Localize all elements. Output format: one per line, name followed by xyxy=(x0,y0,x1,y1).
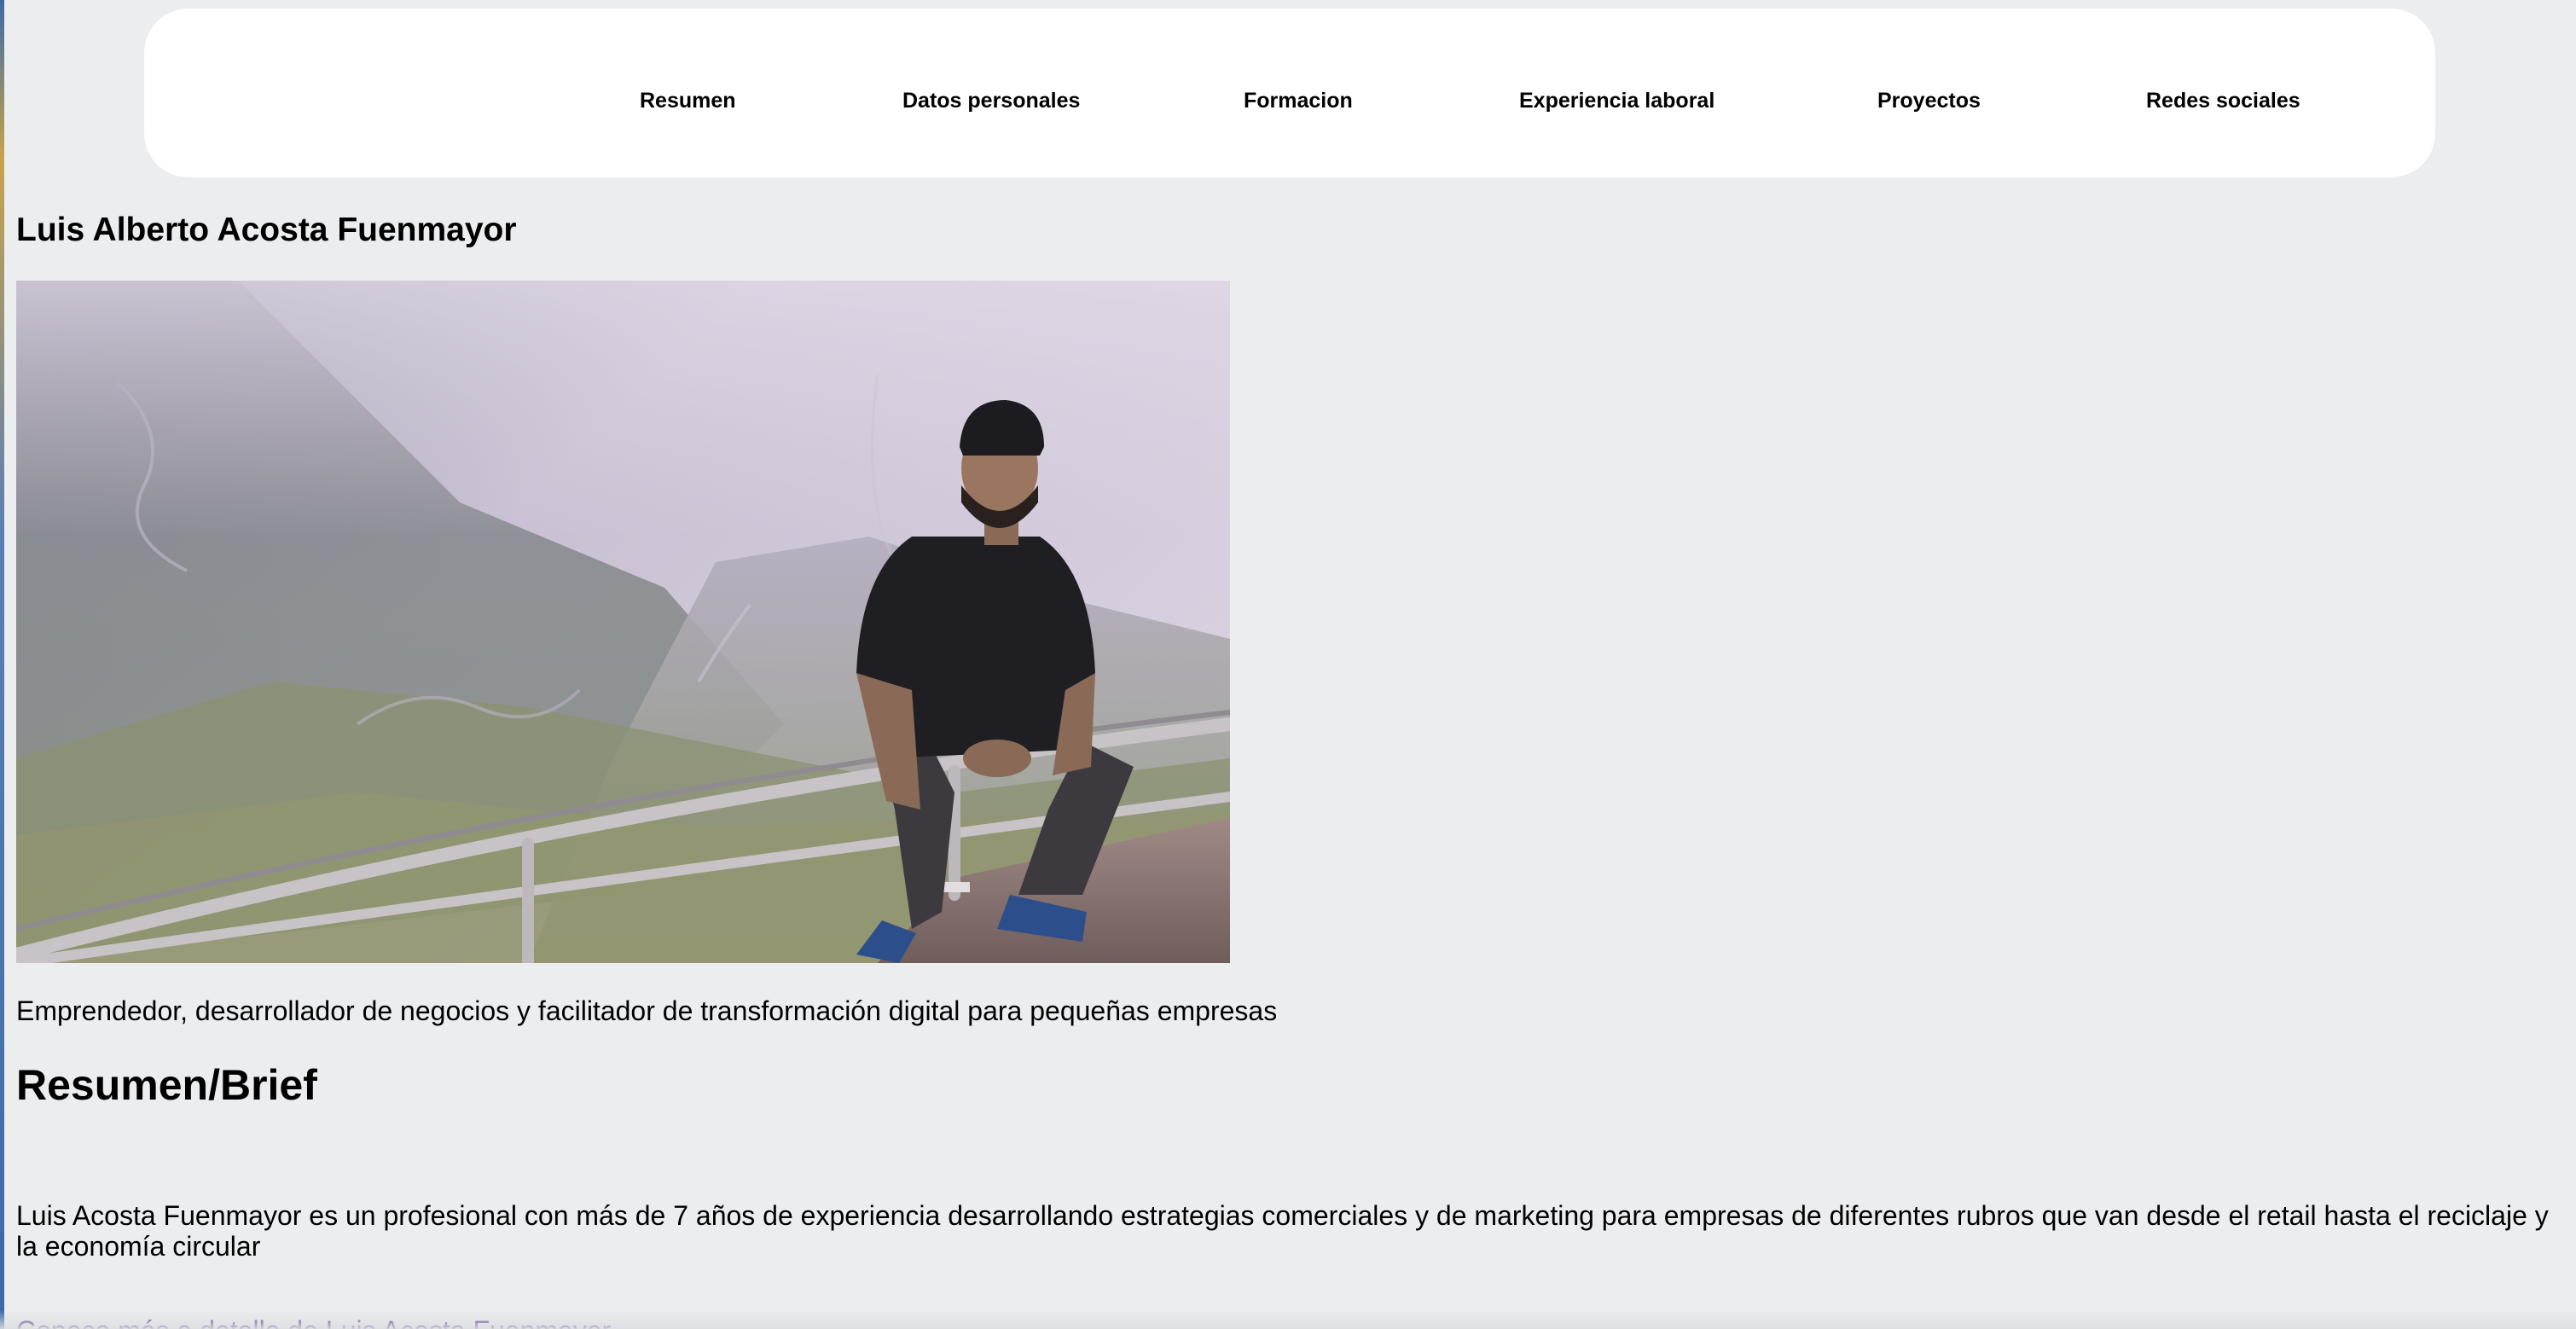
nav-item-datos-personales[interactable]: Datos personales xyxy=(902,88,1080,113)
profile-tagline: Emprendedor, desarrollador de negocios y… xyxy=(16,995,1278,1026)
nav-item-proyectos[interactable]: Proyectos xyxy=(1877,88,1981,113)
nav-item-resumen[interactable]: Resumen xyxy=(640,88,736,113)
resumen-summary-text: Luis Acosta Fuenmayor es un profesional … xyxy=(16,1200,2549,1262)
nav-item-formacion[interactable]: Formacion xyxy=(1244,88,1353,113)
profile-name-heading: Luis Alberto Acosta Fuenmayor xyxy=(16,212,517,248)
nav-item-redes-sociales[interactable]: Redes sociales xyxy=(2146,88,2300,113)
window-left-edge xyxy=(0,0,4,1329)
nav-item-experiencia-laboral[interactable]: Experiencia laboral xyxy=(1519,88,1714,113)
more-details-link[interactable]: Conoce más a detalle de Luis Acosta Fuen… xyxy=(16,1314,611,1329)
resumen-section-heading: Resumen/Brief xyxy=(16,1061,317,1109)
top-navigation-bar: Resumen Datos personales Formacion Exper… xyxy=(144,9,2435,177)
profile-photo xyxy=(16,281,1230,963)
